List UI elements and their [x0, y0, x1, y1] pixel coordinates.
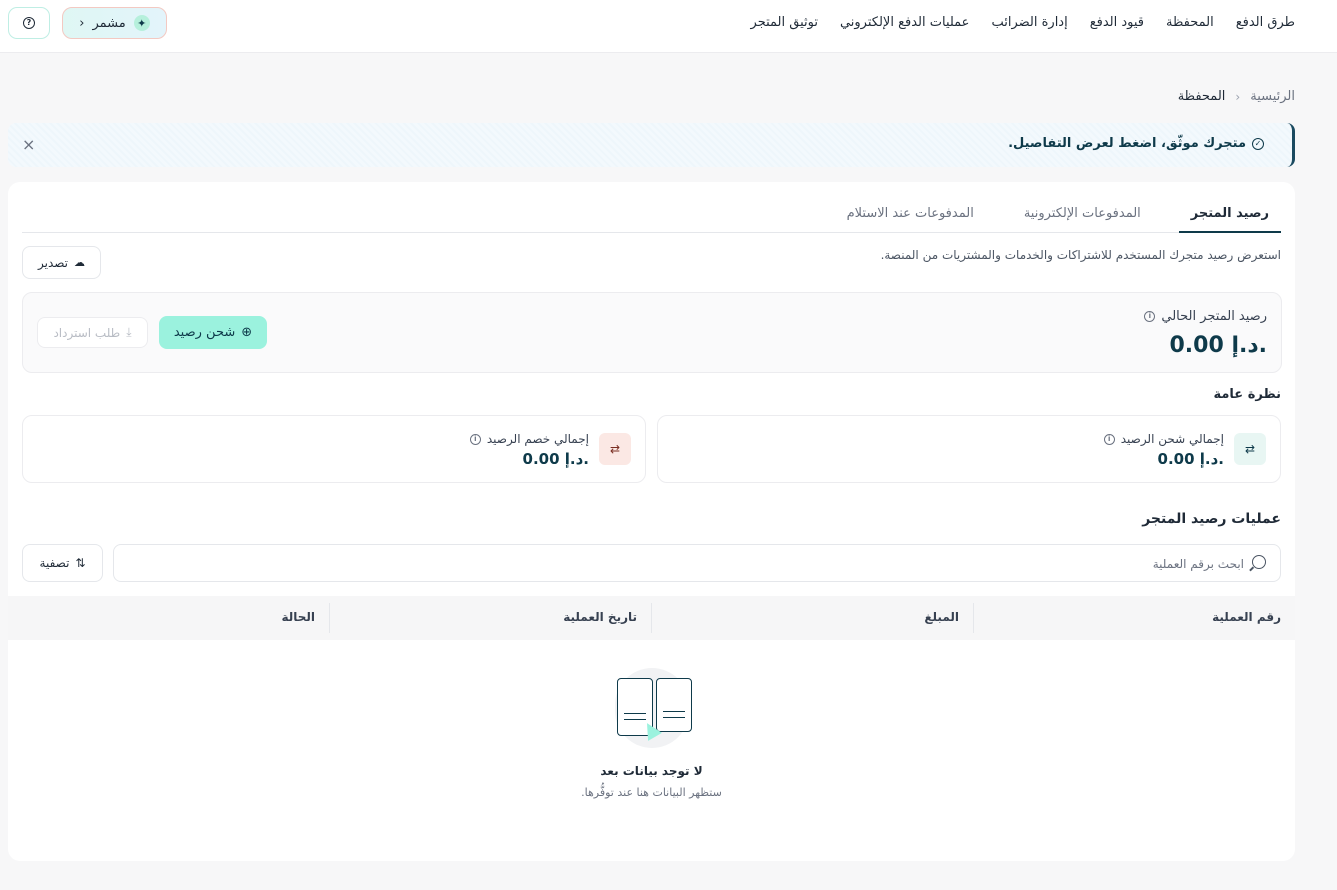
nav-payment-methods[interactable]: طرق الدفع — [1236, 15, 1295, 30]
nav-wallet[interactable]: المحفظة — [1166, 15, 1214, 30]
tab-cash-on-delivery[interactable]: المدفوعات عند الاستلام — [835, 196, 986, 233]
nav-store-verification[interactable]: توثيق المتجر — [751, 15, 818, 30]
column-header-status[interactable]: الحالة — [8, 603, 329, 633]
empty-state-subtitle: ستظهر البيانات هنا عند توفُّرها. — [581, 786, 722, 799]
total-charge-label: إجمالي شحن الرصيد — [1120, 432, 1224, 446]
nav-payment-entries[interactable]: قيود الدفع — [1090, 15, 1144, 30]
info-icon[interactable]: i — [469, 433, 481, 445]
nav-tax-management[interactable]: إدارة الضرائب — [991, 15, 1067, 30]
total-charge-value: 0.00 د.إ. — [1157, 450, 1224, 468]
total-deduct-label-row: إجمالي خصم الرصيد i — [469, 432, 589, 446]
balance-label-row: رصيد المتجر الحالي i — [1144, 309, 1267, 324]
empty-documents-illustration — [597, 662, 707, 762]
page-description: استعرض رصيد متجرك المستخدم للاشتراكات وا… — [880, 248, 1281, 262]
verification-alert[interactable]: ✓ متجرك موثّق، اضغط لعرض التفاصيل. × — [8, 123, 1295, 167]
plan-button[interactable]: ✦ مشمر ‹ — [62, 7, 167, 39]
total-charge-label-row: إجمالي شحن الرصيد i — [1103, 432, 1224, 446]
export-button[interactable]: ☁ تصدير — [22, 246, 101, 279]
tab-online-payments[interactable]: المدفوعات الإلكترونية — [1012, 196, 1153, 233]
tab-bar: رصيد المتجر المدفوعات الإلكترونية المدفو… — [22, 196, 1281, 233]
help-button[interactable]: ? — [8, 7, 50, 39]
refund-label: طلب استرداد — [53, 325, 121, 340]
alert-text: متجرك موثّق، اضغط لعرض التفاصيل. — [1008, 136, 1246, 151]
overview-title: نظرة عامة — [1213, 387, 1281, 402]
tab-store-balance[interactable]: رصيد المتجر — [1178, 196, 1281, 233]
top-bar: طرق الدفع المحفظة قيود الدفع إدارة الضرا… — [0, 0, 1337, 53]
balance-label: رصيد المتجر الحالي — [1161, 309, 1267, 324]
table-header: رقم العملية المبلغ تاريخ العملية الحالة — [8, 596, 1295, 640]
empty-state: لا توجد بيانات بعد ستظهر البيانات هنا عن… — [8, 662, 1295, 799]
nav-online-payments[interactable]: عمليات الدفع الإلكتروني — [840, 15, 970, 30]
total-deduct-value: 0.00 د.إ. — [522, 450, 589, 468]
wallet-plus-icon: ⊕ — [241, 325, 253, 340]
balance-value: 0.00 د.إ. — [1169, 333, 1267, 358]
plan-label: مشمر — [92, 15, 126, 31]
charge-label: شحن رصيد — [173, 325, 236, 340]
refund-request-button[interactable]: ⤓ طلب استرداد — [37, 317, 148, 348]
alert-content: ✓ متجرك موثّق، اضغط لعرض التفاصيل. — [1008, 136, 1264, 151]
empty-state-title: لا توجد بيانات بعد — [600, 764, 703, 778]
export-label: تصدير — [38, 255, 69, 270]
breadcrumb-home[interactable]: الرئيسية — [1250, 89, 1295, 104]
info-icon[interactable]: i — [1144, 311, 1156, 322]
breadcrumb-current: المحفظة — [1177, 89, 1226, 104]
current-balance-panel: رصيد المتجر الحالي i 0.00 د.إ. ⊕ شحن رصي… — [22, 292, 1282, 373]
info-icon[interactable]: i — [1103, 433, 1115, 445]
chevron-left-icon: ‹ — [1235, 89, 1241, 104]
wallet-in-icon: ⇄ — [1234, 433, 1266, 465]
column-header-amount[interactable]: المبلغ — [651, 603, 973, 633]
check-circle-icon: ✓ — [1252, 137, 1264, 150]
search-input[interactable] — [144, 553, 1244, 575]
question-icon: ? — [23, 17, 35, 29]
download-icon: ⤓ — [126, 325, 132, 339]
wallet-out-icon: ⇄ — [599, 433, 631, 465]
operations-title: عمليات رصيد المتجر — [1142, 511, 1281, 527]
chevron-left-icon: ‹ — [79, 15, 85, 31]
column-header-operation-id[interactable]: رقم العملية — [973, 603, 1295, 633]
breadcrumb: الرئيسية ‹ المحفظة — [1178, 89, 1295, 104]
column-header-date[interactable]: تاريخ العملية — [329, 603, 651, 633]
filter-button[interactable]: ⇅ تصفية — [22, 544, 103, 582]
total-charge-card: ⇄ إجمالي شحن الرصيد i 0.00 د.إ. — [657, 415, 1281, 483]
cloud-upload-icon: ☁ — [74, 256, 86, 269]
top-navigation: طرق الدفع المحفظة قيود الدفع إدارة الضرا… — [751, 0, 1295, 44]
close-icon[interactable]: × — [22, 135, 35, 154]
sliders-icon: ⇅ — [75, 556, 86, 570]
total-deduct-label: إجمالي خصم الرصيد — [486, 432, 589, 446]
document-icon — [655, 678, 692, 732]
filter-label: تصفية — [39, 556, 70, 570]
sparkle-icon: ✦ — [133, 15, 150, 31]
wallet-card: رصيد المتجر المدفوعات الإلكترونية المدفو… — [8, 182, 1295, 861]
search-box — [113, 544, 1281, 582]
total-deduct-card: ⇄ إجمالي خصم الرصيد i 0.00 د.إ. — [22, 415, 646, 483]
charge-balance-button[interactable]: ⊕ شحن رصيد — [159, 316, 267, 349]
search-icon — [1252, 555, 1266, 569]
